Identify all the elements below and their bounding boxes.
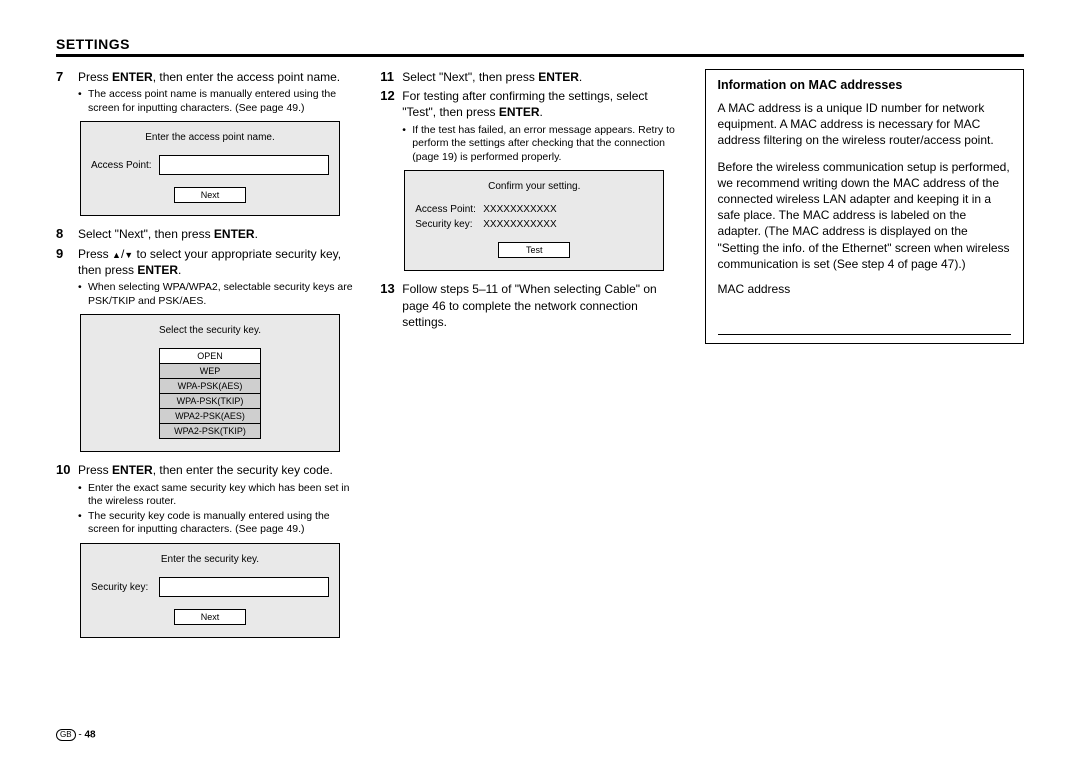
note-item: Enter the exact same security key which … (78, 482, 360, 509)
security-key-input[interactable] (159, 577, 329, 597)
step-12: 12 For testing after confirming the sett… (380, 88, 684, 120)
step-number: 13 (380, 281, 402, 330)
text: Press (78, 247, 112, 261)
column-2: 11 Select "Next", then press ENTER. 12 F… (380, 69, 684, 648)
enter-keyword: ENTER (499, 105, 540, 119)
enter-keyword: ENTER (538, 70, 579, 84)
step-number: 12 (380, 88, 402, 120)
step-9-notes: When selecting WPA/WPA2, selectable secu… (78, 281, 360, 308)
step-7: 7 Press ENTER, then enter the access poi… (56, 69, 360, 85)
mac-address-label: MAC address (718, 282, 1011, 296)
text: . (579, 70, 582, 84)
screen-title: Enter the security key. (91, 554, 329, 565)
screen-security-key-select: Select the security key. OPEN WEP WPA-PS… (80, 314, 340, 452)
region-badge: GB (56, 729, 76, 741)
access-point-label: Access Point: (415, 204, 483, 215)
screen-confirm-setting: Confirm your setting. Access Point: XXXX… (404, 170, 664, 271)
step-12-notes: If the test has failed, an error message… (402, 124, 684, 165)
note-item: If the test has failed, an error message… (402, 124, 684, 165)
screen-title: Select the security key. (91, 325, 329, 336)
step-9: 9 Press / to select your appropriate sec… (56, 246, 360, 278)
text: . (178, 263, 181, 277)
text: , then enter the access point name. (153, 70, 340, 84)
next-button[interactable]: Next (174, 187, 246, 203)
option-wpa-psk-tkip[interactable]: WPA-PSK(TKIP) (159, 393, 261, 409)
step-number: 11 (380, 69, 402, 85)
step-10-notes: Enter the exact same security key which … (78, 482, 360, 538)
step-text: Select "Next", then press ENTER. (402, 69, 684, 85)
text: . (540, 105, 543, 119)
enter-keyword: ENTER (214, 227, 255, 241)
column-3: Information on MAC addresses A MAC addre… (705, 69, 1024, 648)
step-text: Follow steps 5–11 of "When selecting Cab… (402, 281, 684, 330)
step-10: 10 Press ENTER, then enter the security … (56, 462, 360, 478)
text: Select "Next", then press (78, 227, 214, 241)
step-number: 8 (56, 226, 78, 242)
page-number: 48 (84, 730, 95, 741)
mac-address-write-line (718, 334, 1011, 335)
option-wpa2-psk-tkip[interactable]: WPA2-PSK(TKIP) (159, 423, 261, 439)
step-number: 10 (56, 462, 78, 478)
test-button[interactable]: Test (498, 242, 570, 258)
security-key-value: XXXXXXXXXXX (483, 219, 653, 230)
infobox-paragraph: Before the wireless communication setup … (718, 159, 1011, 272)
text: Press (78, 463, 112, 477)
step-7-notes: The access point name is manually entere… (78, 88, 360, 115)
note-item: The access point name is manually entere… (78, 88, 360, 115)
option-wpa2-psk-aes[interactable]: WPA2-PSK(AES) (159, 408, 261, 424)
up-arrow-icon (112, 247, 121, 261)
next-button[interactable]: Next (174, 609, 246, 625)
access-point-value: XXXXXXXXXXX (483, 204, 653, 215)
option-wep[interactable]: WEP (159, 363, 261, 379)
access-point-input[interactable] (159, 155, 329, 175)
screen-title: Enter the access point name. (91, 132, 329, 143)
step-13: 13 Follow steps 5–11 of "When selecting … (380, 281, 684, 330)
down-arrow-icon (124, 247, 133, 261)
text: . (255, 227, 258, 241)
screen-security-key-enter: Enter the security key. Security key: Ne… (80, 543, 340, 638)
step-number: 7 (56, 69, 78, 85)
step-8: 8 Select "Next", then press ENTER. (56, 226, 360, 242)
note-item: When selecting WPA/WPA2, selectable secu… (78, 281, 360, 308)
step-text: Select "Next", then press ENTER. (78, 226, 360, 242)
infobox-title: Information on MAC addresses (718, 78, 1011, 92)
step-text: Press / to select your appropriate secur… (78, 246, 360, 278)
option-open[interactable]: OPEN (159, 348, 261, 364)
step-text: For testing after confirming the setting… (402, 88, 684, 120)
infobox-paragraph: A MAC address is a unique ID number for … (718, 100, 1011, 149)
text: Select "Next", then press (402, 70, 538, 84)
column-1: 7 Press ENTER, then enter the access poi… (56, 69, 360, 648)
screen-title: Confirm your setting. (415, 181, 653, 192)
enter-keyword: ENTER (137, 263, 178, 277)
enter-keyword: ENTER (112, 463, 153, 477)
option-wpa-psk-aes[interactable]: WPA-PSK(AES) (159, 378, 261, 394)
mac-address-infobox: Information on MAC addresses A MAC addre… (705, 69, 1024, 344)
security-key-label: Security key: (415, 219, 483, 230)
access-point-label: Access Point: (91, 160, 159, 171)
text: Press (78, 70, 112, 84)
step-text: Press ENTER, then enter the access point… (78, 69, 360, 85)
note-item: The security key code is manually entere… (78, 510, 360, 537)
step-number: 9 (56, 246, 78, 278)
screen-access-point-name: Enter the access point name. Access Poin… (80, 121, 340, 216)
security-key-label: Security key: (91, 582, 159, 593)
text: , then enter the security key code. (153, 463, 333, 477)
step-11: 11 Select "Next", then press ENTER. (380, 69, 684, 85)
step-text: Press ENTER, then enter the security key… (78, 462, 360, 478)
page-footer: GB - 48 (56, 729, 96, 741)
enter-keyword: ENTER (112, 70, 153, 84)
page-header: SETTINGS (56, 36, 1024, 57)
